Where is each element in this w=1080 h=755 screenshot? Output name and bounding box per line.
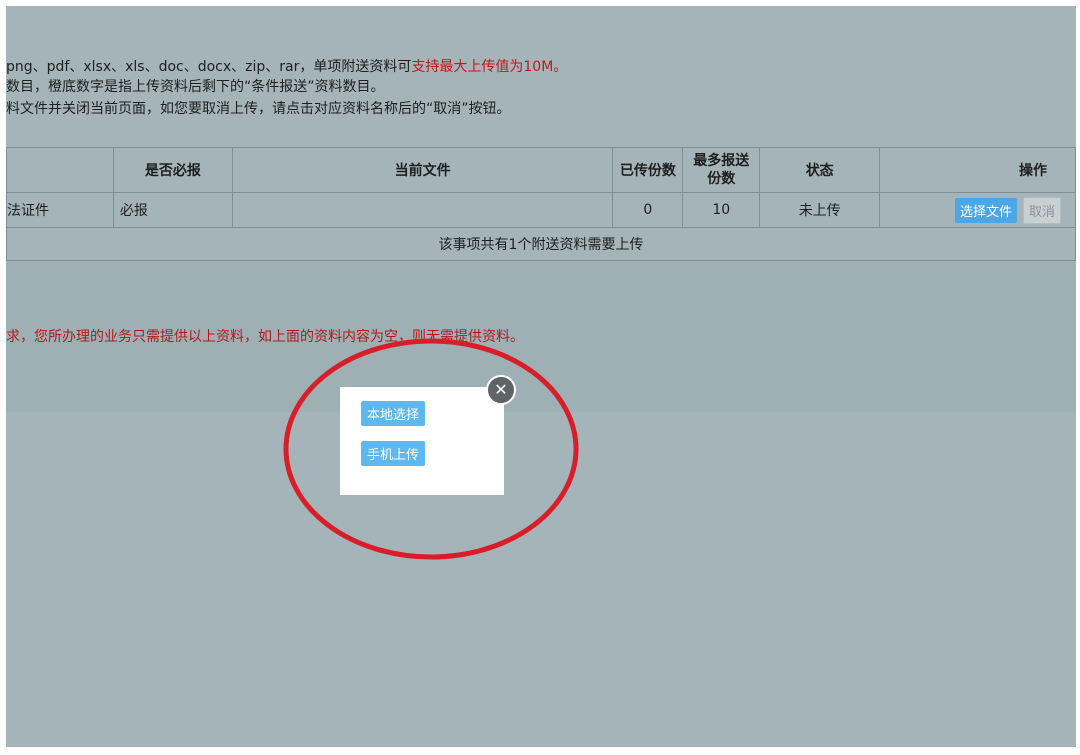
screen-overlay: png、pdf、xlsx、xls、doc、docx、zip、rar，单项附送资料… [6,6,1076,747]
red-circle-annotation [283,338,579,560]
annotation-overlay [283,338,579,560]
